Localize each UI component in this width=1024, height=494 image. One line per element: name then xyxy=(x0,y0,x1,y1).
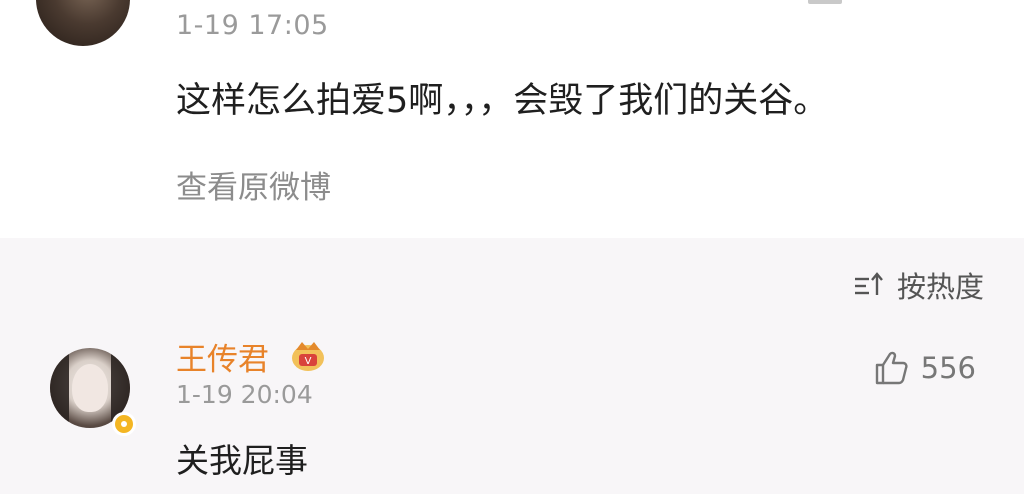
sort-label: 按热度 xyxy=(896,270,984,304)
comment-item: 王传君 V 1-19 20:04 关我屁事 556 xyxy=(0,330,1024,494)
commenter-name[interactable]: 王传君 xyxy=(176,334,269,379)
like-button[interactable]: 556 xyxy=(871,348,976,388)
post-content: 这样怎么拍爱5啊，，，会毁了我们的关谷。 xyxy=(176,81,829,121)
more-menu-hint[interactable] xyxy=(808,0,842,4)
verified-badge-icon xyxy=(112,412,136,436)
weibo-comment-page: 1-19 17:05 这样怎么拍爱5啊，，，会毁了我们的关谷。 查看原微博 按热… xyxy=(0,0,1024,494)
member-badge-icon[interactable]: V xyxy=(290,338,326,374)
original-post-card: 1-19 17:05 这样怎么拍爱5啊，，，会毁了我们的关谷。 查看原微博 xyxy=(0,0,1024,238)
comments-section: 按热度 王传君 V 1-19 20:04 关我屁事 556 xyxy=(0,238,1024,494)
avatar-face xyxy=(72,364,108,412)
comment-timestamp: 1-19 20:04 xyxy=(176,380,313,409)
sort-icon xyxy=(854,272,883,295)
post-timestamp: 1-19 17:05 xyxy=(176,10,329,41)
poster-avatar[interactable] xyxy=(36,0,130,46)
comment-content: 关我屁事 xyxy=(176,441,308,480)
thumbs-up-icon xyxy=(875,351,908,385)
sort-by-hot-button[interactable]: 按热度 xyxy=(853,264,984,306)
svg-text:V: V xyxy=(305,356,312,367)
view-original-link[interactable]: 查看原微博 xyxy=(176,162,331,207)
like-count: 556 xyxy=(920,351,976,385)
